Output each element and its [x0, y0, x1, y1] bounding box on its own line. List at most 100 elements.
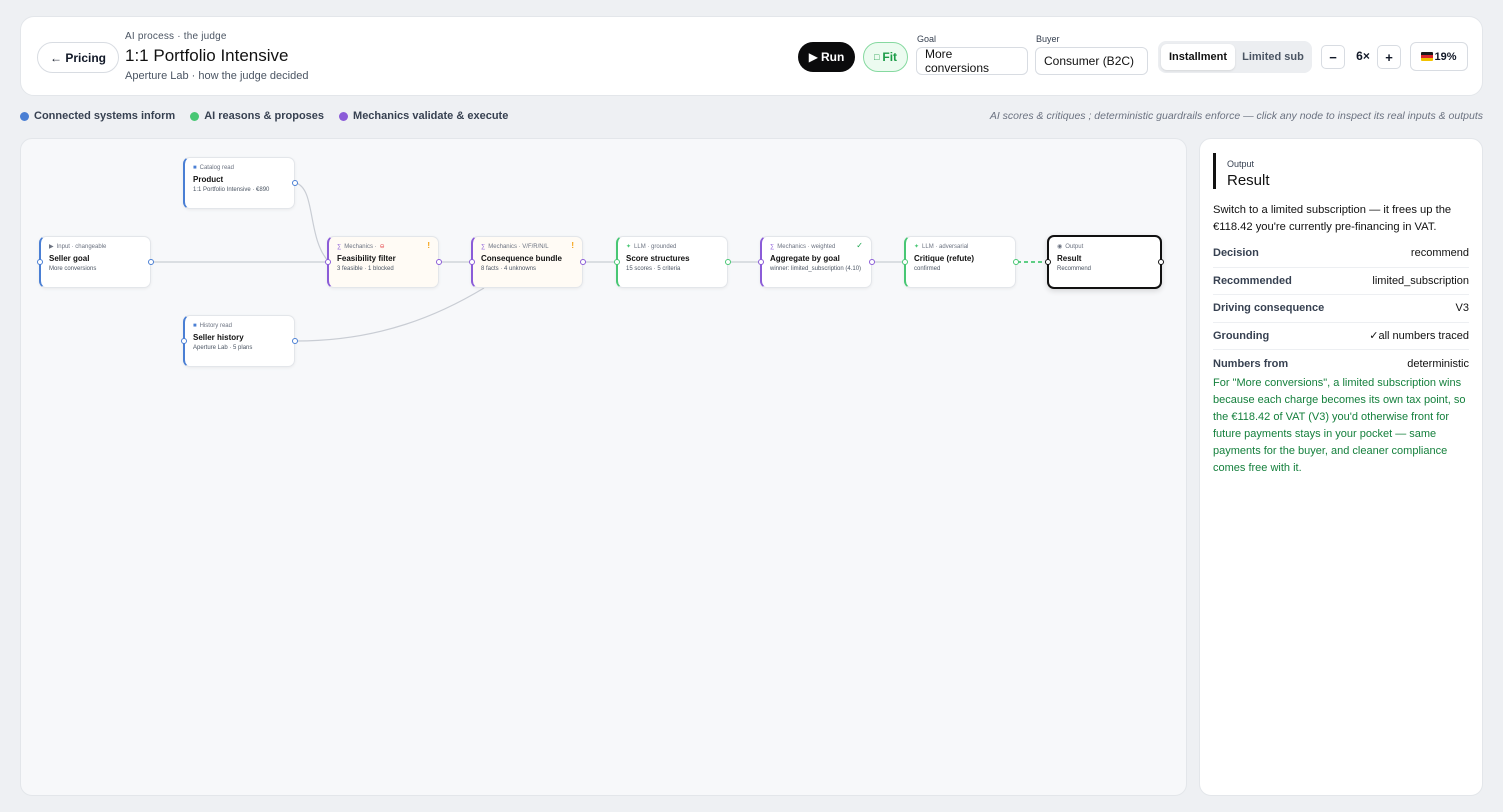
panel-detail-list: Decision recommend Recommended limited_sub… [1213, 240, 1469, 378]
blocked-icon: ⊖ [379, 244, 385, 250]
node-kicker: Mechanics · [344, 243, 377, 250]
port-in[interactable] [325, 259, 331, 265]
node-kicker: Input · changeable [56, 243, 107, 250]
node-seller-history[interactable]: ■ History read Seller history Aperture La… [181, 315, 298, 367]
detail-value: limited_subscription [1372, 274, 1469, 287]
port-out[interactable] [436, 259, 442, 265]
node-title: Product [193, 175, 224, 184]
node-subtitle: winner: limited_subscription (4.10) [770, 266, 862, 272]
panel-header: Output Result [1213, 153, 1270, 189]
port-out[interactable] [1158, 259, 1164, 265]
detail-key: Recommended [1213, 274, 1292, 287]
port-out[interactable] [580, 259, 586, 265]
buyer-select[interactable]: Consumer (B2C) [1035, 47, 1148, 75]
toggle-installment[interactable]: Installment [1161, 44, 1235, 70]
blue-dot-icon [20, 111, 29, 121]
port-out[interactable] [292, 180, 298, 186]
sparkle-icon: ✦ [626, 244, 632, 250]
canvas-hint: AI scores & critiques ; deterministic gu… [989, 110, 1483, 122]
node-score-structures[interactable]: ✦ LLM · grounded Score structures 15 scor… [614, 236, 731, 288]
node-title: Critique (refute) [914, 254, 974, 263]
node-title: Score structures [626, 254, 690, 263]
detail-row: Recommended limited_subscription [1213, 268, 1469, 295]
goal-select[interactable]: More conversions [916, 47, 1028, 75]
legend-item-mechanics: Mechanics validate & execute [339, 110, 508, 122]
port-out[interactable] [148, 259, 154, 265]
node-kicker: Mechanics · weighted [777, 243, 836, 250]
edge-catalog-feasibility [295, 182, 330, 263]
toggle-limited-sub[interactable]: Limited sub [1237, 44, 1309, 70]
node-subtitle: Recommend [1057, 266, 1092, 272]
fit-label: Fit [882, 50, 898, 64]
page-kicker: AI process · the judge [125, 31, 227, 42]
detail-row: Grounding ✓all numbers traced [1213, 323, 1469, 350]
panel-kicker: Output [1227, 159, 1255, 169]
node-critique-refute[interactable]: ✦ LLM · adversarial Critique (refute) con… [902, 236, 1019, 288]
legend: Connected systems inform AI reasons & pr… [20, 110, 508, 122]
detail-value: ✓all numbers traced [1369, 330, 1469, 343]
node-aggregate-by-goal[interactable]: ∑ Mechanics · weighted Aggregate by goal … [758, 236, 875, 288]
detail-row: Driving consequence V3 [1213, 295, 1469, 323]
page-subtitle: Aperture Lab · how the judge decided [125, 70, 309, 82]
node-feasibility-filter[interactable]: ∑ Mechanics · ⊖ Feasibility filter 3 feasi… [325, 236, 442, 288]
page-title: 1:1 Portfolio Intensive [125, 46, 289, 65]
inspector-panel: Output Result Switch to a limited subscr… [1199, 138, 1483, 796]
node-seller-goal[interactable]: ▶ Input · changeable Seller goal More con… [37, 236, 154, 288]
fit-button[interactable]: □ Fit [863, 42, 908, 72]
flow-canvas[interactable]: ■ Catalog read Product 1:1 Portfolio Inte… [20, 138, 1187, 796]
sigma-icon: ∑ [337, 243, 342, 250]
node-subtitle: More conversions [49, 266, 97, 272]
vat-rate-button[interactable]: 19% [1410, 42, 1468, 71]
goal-label: Goal [917, 34, 937, 44]
top-header: ← Pricing AI process · the judge 1:1 Por… [20, 16, 1483, 96]
detail-key: Numbers from [1213, 357, 1289, 370]
node-title: Consequence bundle [481, 254, 562, 263]
decrease-button[interactable]: − [1321, 45, 1345, 69]
node-output-result[interactable]: ◉ Output Result Recommend [1045, 235, 1164, 289]
node-title: Aggregate by goal [770, 254, 840, 263]
node-title: Result [1057, 254, 1082, 263]
port-in[interactable] [758, 259, 764, 265]
increase-button[interactable]: + [1377, 45, 1401, 69]
node-kicker: LLM · grounded [634, 243, 677, 250]
purple-dot-icon [339, 111, 349, 121]
port-out[interactable] [869, 259, 875, 265]
warning-icon: ! [571, 241, 574, 250]
legend-item-systems: Connected systems inform [20, 110, 175, 122]
port-in[interactable] [614, 259, 620, 265]
sigma-icon: ∑ [770, 243, 775, 250]
node-kicker: History read [199, 322, 232, 329]
node-catalog-product[interactable]: ■ Catalog read Product 1:1 Portfolio Inte… [183, 157, 298, 209]
run-label: Run [820, 50, 845, 64]
node-kicker: Mechanics · V/F/R/N/L [488, 243, 549, 250]
node-kicker: Output [1065, 243, 1084, 250]
germany-flag-icon [1421, 52, 1434, 61]
port-in[interactable] [1045, 259, 1051, 265]
detail-key: Decision [1213, 247, 1259, 260]
detail-row: Numbers from deterministic [1213, 350, 1469, 378]
edge-history-consequence [295, 287, 485, 342]
database-icon: ■ [193, 164, 197, 171]
node-kicker: Catalog read [199, 164, 234, 171]
node-consequence-bundle[interactable]: ∑ Mechanics · V/F/R/N/L Consequence bundl… [469, 236, 586, 288]
check-icon: ✓ [856, 241, 863, 250]
panel-explanation: For "More conversions", a limited subscr… [1213, 377, 1466, 474]
back-to-pricing-button[interactable]: ← Pricing [37, 42, 120, 73]
detail-key: Grounding [1213, 329, 1270, 342]
play-icon: ▶ [49, 244, 54, 250]
node-title: Seller goal [49, 254, 90, 263]
port-in[interactable] [902, 259, 908, 265]
port-in[interactable] [469, 259, 475, 265]
node-title: Feasibility filter [337, 254, 396, 263]
port-out[interactable] [725, 259, 731, 265]
node-subtitle: Aperture Lab · 5 plans [193, 345, 253, 351]
buyer-label: Buyer [1036, 34, 1060, 44]
port-in[interactable] [181, 338, 187, 344]
port-out[interactable] [292, 338, 298, 344]
node-title: Seller history [193, 333, 244, 342]
run-button[interactable]: ▶ Run [798, 42, 855, 72]
port-in[interactable] [37, 259, 43, 265]
port-out[interactable] [1013, 259, 1019, 265]
fit-icon: □ [873, 52, 880, 62]
legend-label: Connected systems inform [34, 110, 176, 122]
